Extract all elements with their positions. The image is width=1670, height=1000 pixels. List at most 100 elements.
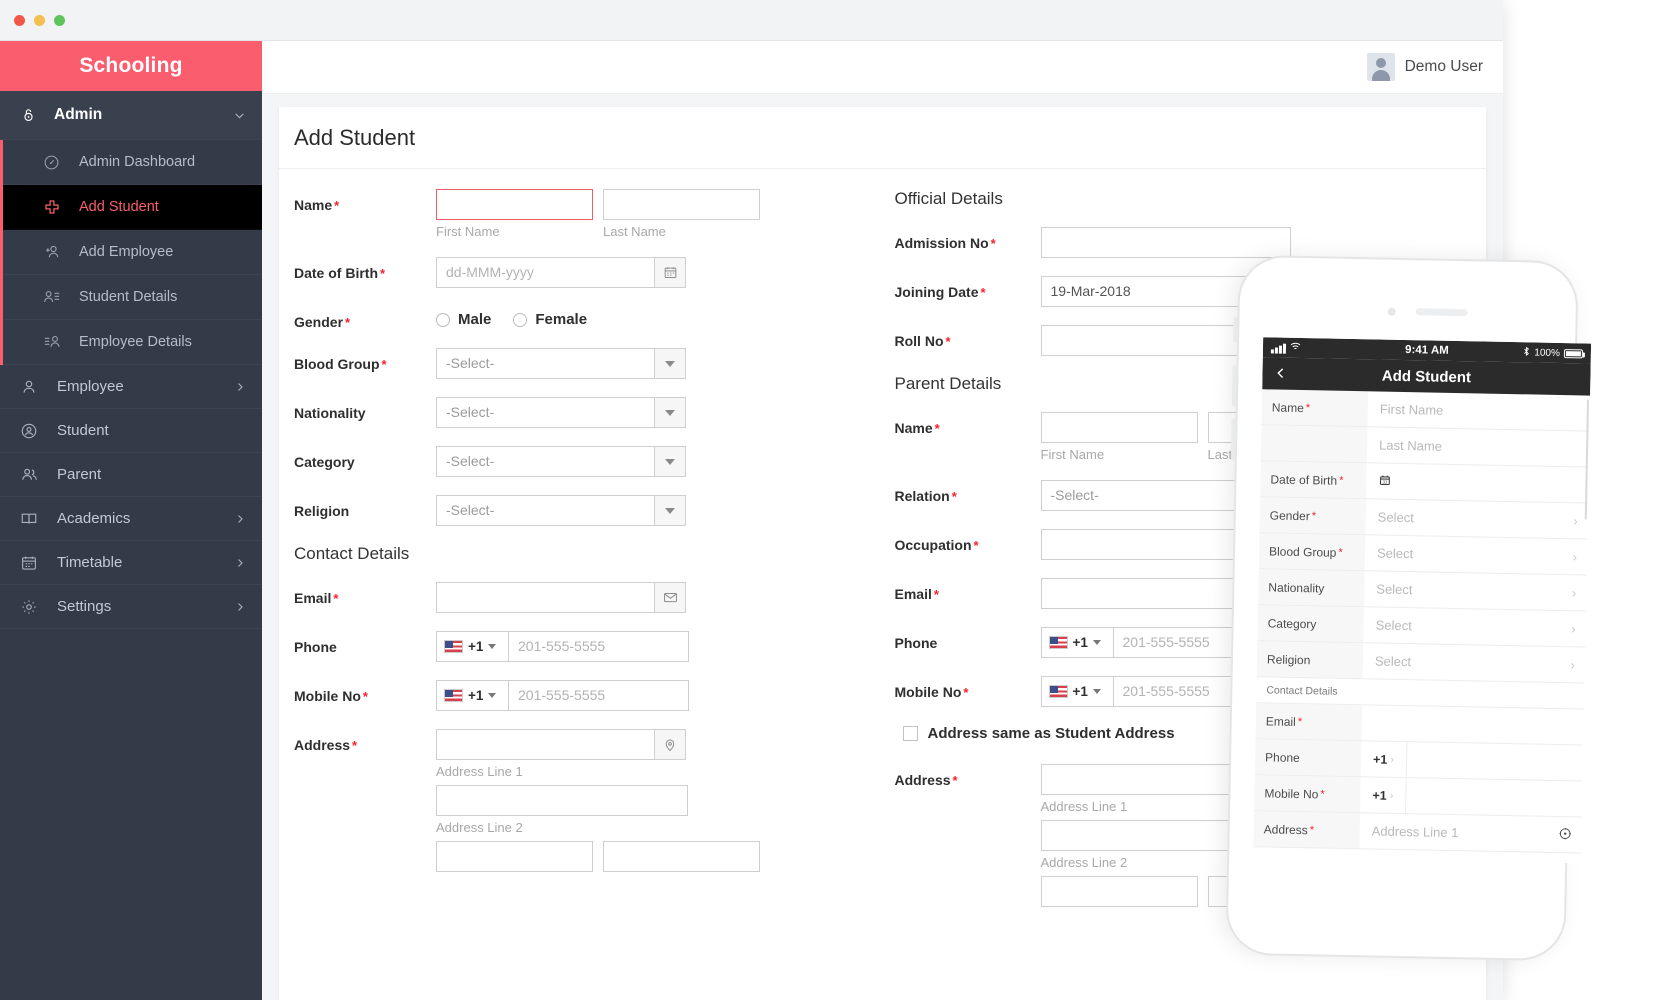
country-code-selector[interactable]: +1: [1041, 676, 1113, 707]
sidebar-group-admin[interactable]: Admin: [0, 91, 262, 140]
phone-gender-select[interactable]: Select ›: [1365, 499, 1588, 539]
phone-email-input[interactable]: [1361, 705, 1584, 745]
student-mobile-input[interactable]: 201-555-5555: [508, 680, 689, 711]
avatar[interactable]: [1367, 53, 1395, 81]
student-address-state-input[interactable]: [603, 841, 760, 872]
country-code-selector[interactable]: +1: [436, 631, 508, 662]
calendar-icon[interactable]: [654, 257, 686, 288]
phone-first-name-input[interactable]: First Name: [1367, 391, 1590, 431]
chevron-down-icon[interactable]: [654, 495, 686, 526]
parent-email-input[interactable]: [1041, 578, 1259, 609]
chevron-down-icon[interactable]: [654, 397, 686, 428]
required-marker: *: [952, 489, 957, 504]
location-pin-icon[interactable]: [654, 729, 686, 760]
window-minimize-button[interactable]: [34, 15, 45, 26]
sidebar-item-student-details[interactable]: Student Details: [3, 275, 262, 320]
student-religion-select[interactable]: -Select-: [436, 495, 686, 526]
student-address-line1-field[interactable]: [436, 729, 686, 760]
chevron-down-icon[interactable]: [488, 693, 496, 698]
sidebar-item-parent[interactable]: Parent: [0, 453, 262, 497]
sidebar-item-academics[interactable]: Academics: [0, 497, 262, 541]
back-chevron-icon[interactable]: [1274, 364, 1287, 383]
chevron-down-icon[interactable]: [488, 644, 496, 649]
student-category-select[interactable]: -Select-: [436, 446, 686, 477]
gender-female-label[interactable]: Female: [535, 311, 587, 328]
sidebar-item-timetable[interactable]: Timetable: [0, 541, 262, 585]
phone-blood-group-select[interactable]: Select ›: [1365, 535, 1588, 575]
username-label[interactable]: Demo User: [1405, 58, 1483, 76]
phone-phone-input[interactable]: [1407, 742, 1584, 781]
gender-male-label[interactable]: Male: [458, 311, 491, 328]
phone-volume-down-button[interactable]: [1231, 419, 1236, 461]
phone-nationality-select[interactable]: Select ›: [1364, 571, 1587, 611]
phone-row-last-name[interactable]: Last Name: [1261, 425, 1590, 467]
chevron-down-icon[interactable]: [1093, 689, 1101, 694]
admission-no-input[interactable]: [1041, 227, 1291, 258]
phone-silent-switch[interactable]: [1233, 317, 1237, 343]
chevron-right-icon: ›: [1390, 753, 1394, 765]
student-nationality-select[interactable]: -Select-: [436, 397, 686, 428]
student-address-line2-input[interactable]: [436, 785, 688, 816]
window-close-button[interactable]: [14, 15, 25, 26]
parent-address-line1-input[interactable]: [1041, 764, 1259, 795]
phone-country-code-selector[interactable]: +1 ›: [1360, 777, 1407, 814]
phone-last-name-input[interactable]: Last Name: [1367, 427, 1590, 467]
student-last-name-input[interactable]: [603, 189, 760, 220]
student-first-name-input[interactable]: [436, 189, 593, 220]
calendar-icon[interactable]: 31: [1378, 473, 1391, 489]
sidebar-item-student[interactable]: Student: [0, 409, 262, 453]
phone-religion-select[interactable]: Select › +: [1363, 643, 1586, 683]
phone-row-gender[interactable]: Gender* Select ›: [1259, 497, 1588, 539]
chevron-right-icon[interactable]: [234, 513, 246, 525]
sidebar-item-add-employee[interactable]: Add Employee: [3, 230, 262, 275]
window-maximize-button[interactable]: [54, 15, 65, 26]
phone-address-input[interactable]: Address Line 1: [1359, 813, 1582, 853]
phone-row-label: Phone: [1255, 739, 1362, 777]
chevron-down-icon[interactable]: [1093, 640, 1101, 645]
phone-row-mobile[interactable]: Mobile No* +1 ›: [1254, 775, 1583, 817]
student-mobile-field[interactable]: +1 201-555-5555: [436, 680, 689, 711]
country-code-selector[interactable]: +1: [436, 680, 508, 711]
student-phone-field[interactable]: +1 201-555-5555: [436, 631, 689, 662]
sidebar-item-settings[interactable]: Settings: [0, 585, 262, 629]
phone-speaker: [1416, 308, 1468, 316]
phone-dob-field[interactable]: 31: [1366, 463, 1589, 503]
student-dob-field[interactable]: dd-MMM-yyyy: [436, 257, 686, 288]
sidebar-item-employee[interactable]: Employee: [0, 365, 262, 409]
sidebar-item-employee-details[interactable]: Employee Details: [3, 320, 262, 365]
phone-volume-up-button[interactable]: [1232, 365, 1237, 407]
student-address-city-input[interactable]: [436, 841, 593, 872]
phone-row-religion[interactable]: Religion Select › +: [1257, 641, 1586, 683]
chevron-down-icon[interactable]: [654, 446, 686, 477]
gender-female-radio[interactable]: [513, 313, 527, 327]
joining-date-input[interactable]: 19-Mar-2018: [1041, 276, 1259, 307]
chevron-right-icon[interactable]: [234, 381, 246, 393]
envelope-icon[interactable]: [654, 582, 686, 613]
phone-row-category[interactable]: Category Select › +: [1257, 605, 1586, 647]
student-address-line1-input[interactable]: [436, 729, 654, 760]
student-dob-input[interactable]: dd-MMM-yyyy: [436, 257, 654, 288]
student-blood-group-select[interactable]: -Select-: [436, 348, 686, 379]
same-address-checkbox[interactable]: [903, 726, 918, 741]
country-code-selector[interactable]: +1: [1041, 627, 1113, 658]
same-address-label[interactable]: Address same as Student Address: [928, 725, 1175, 742]
sidebar-item-add-student[interactable]: Add Student: [3, 185, 262, 230]
chevron-down-icon[interactable]: [233, 109, 246, 122]
parent-first-name-input[interactable]: [1041, 412, 1198, 443]
location-pin-icon[interactable]: [1559, 827, 1572, 843]
student-email-input[interactable]: [436, 582, 654, 613]
sidebar-item-admin-dashboard[interactable]: Admin Dashboard: [3, 140, 262, 185]
chevron-down-icon[interactable]: [654, 348, 686, 379]
phone-row-email[interactable]: Email*: [1255, 703, 1584, 745]
gender-male-radio[interactable]: [436, 313, 450, 327]
student-phone-input[interactable]: 201-555-5555: [508, 631, 689, 662]
phone-mobile-input[interactable]: [1406, 778, 1583, 817]
phone-category-select[interactable]: Select › +: [1363, 607, 1586, 647]
parent-address-city-input[interactable]: [1041, 876, 1198, 907]
phone-row-blood-group[interactable]: Blood Group* Select ›: [1259, 533, 1588, 575]
chevron-right-icon[interactable]: [234, 557, 246, 569]
phone-country-code-selector[interactable]: +1 ›: [1361, 741, 1408, 778]
chevron-right-icon[interactable]: [234, 601, 246, 613]
phone-row-address[interactable]: Address* Address Line 1: [1253, 811, 1582, 853]
student-email-field[interactable]: [436, 582, 686, 613]
